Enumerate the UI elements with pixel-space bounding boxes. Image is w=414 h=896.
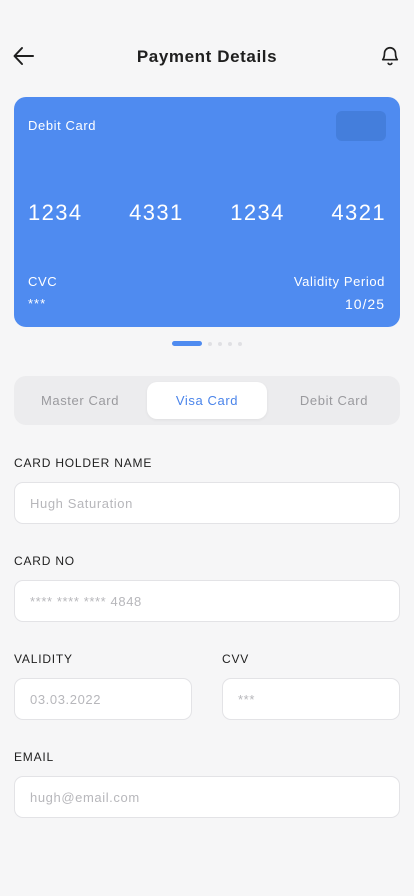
- validity-period-label: Validity Period: [293, 274, 385, 289]
- card-holder-name-input[interactable]: [14, 482, 400, 524]
- card-number: 1234 4331 1234 4321: [28, 200, 386, 226]
- carousel-dot[interactable]: [228, 341, 232, 346]
- carousel-pagination: [172, 341, 242, 346]
- page-title: Payment Details: [136, 47, 278, 66]
- app-header: Payment Details: [0, 34, 414, 80]
- cvc-label: CVC: [28, 274, 58, 289]
- card-number-group-2: 4331: [129, 200, 184, 225]
- carousel-dot[interactable]: [238, 341, 242, 346]
- card-number-group-1: 1234: [28, 200, 83, 225]
- cvv-label: CVV: [222, 652, 250, 666]
- carousel-dot[interactable]: [208, 341, 212, 346]
- email-label: EMAIL: [14, 750, 55, 764]
- cvc-value: ***: [28, 296, 47, 311]
- card-chip: [336, 111, 386, 141]
- tab-master-card[interactable]: Master Card: [14, 382, 146, 419]
- validity-label: VALIDITY: [14, 652, 73, 666]
- validity-period-value: 10/25: [344, 296, 385, 312]
- notifications-button[interactable]: [374, 40, 406, 72]
- card-number-group-4: 4321: [331, 200, 386, 225]
- carousel-dot[interactable]: [218, 341, 222, 346]
- debit-card-preview[interactable]: Debit Card 1234 4331 1234 4321 CVC *** V…: [14, 97, 400, 327]
- card-type-tabs: Master Card Visa Card Debit Card: [14, 376, 400, 425]
- card-no-label: CARD NO: [14, 554, 75, 568]
- card-type-label: Debit Card: [28, 118, 97, 133]
- card-holder-name-label: CARD HOLDER NAME: [14, 456, 153, 470]
- bell-icon: [381, 47, 399, 66]
- carousel-dot-active[interactable]: [172, 341, 202, 346]
- tab-debit-card[interactable]: Debit Card: [268, 382, 400, 419]
- tab-visa-card[interactable]: Visa Card: [147, 382, 267, 419]
- email-input[interactable]: [14, 776, 400, 818]
- validity-input[interactable]: [14, 678, 192, 720]
- card-number-group-3: 1234: [230, 200, 285, 225]
- card-no-input[interactable]: [14, 580, 400, 622]
- cvv-input[interactable]: [222, 678, 400, 720]
